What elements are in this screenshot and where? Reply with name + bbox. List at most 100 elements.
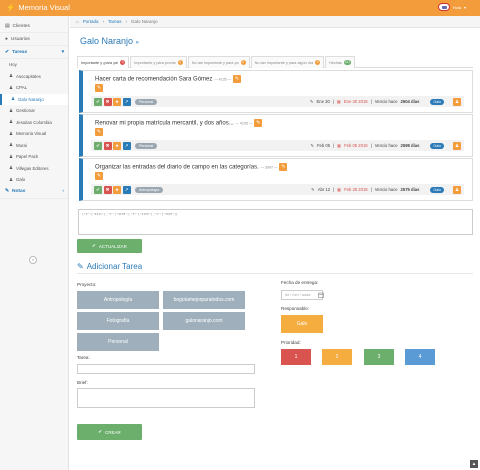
- task-footer: ✔ ✖ ★ ↗ Antropología ✎ Abr 12 | ▦ Feb 28…: [91, 184, 464, 195]
- calendar-icon[interactable]: [318, 292, 324, 298]
- edit-brief-button[interactable]: ✎: [95, 172, 103, 180]
- tab-importante-pronto[interactable]: Importante y para pronto 0: [130, 56, 187, 68]
- sidebar-sub-galo[interactable]: ♟ Galo: [0, 174, 68, 186]
- user-assign-button[interactable]: ♟: [453, 141, 461, 150]
- project-option-personal[interactable]: Personal: [77, 333, 159, 351]
- task-input[interactable]: [77, 364, 255, 374]
- pencil-icon: ✎: [310, 99, 314, 104]
- project-option-antropologia[interactable]: Antropología: [77, 291, 159, 309]
- tab-no-tan-algun-dia[interactable]: No tan importante y para algún día 0: [250, 56, 325, 68]
- project-option-fotografia[interactable]: Fotografía: [77, 312, 159, 330]
- edit-title-button[interactable]: ✎: [232, 75, 241, 83]
- expired-text: Vencio hace: [374, 99, 398, 104]
- tab-importante-ya[interactable]: Importante y ¡para ya! 3: [77, 56, 130, 68]
- delete-button[interactable]: ✖: [103, 141, 112, 150]
- expired-text: Vencio hace: [374, 143, 398, 148]
- done-button[interactable]: ✔: [94, 141, 102, 150]
- assignee-tag[interactable]: Galo: [430, 98, 444, 105]
- sidebar-sub-cpal[interactable]: ♟ CPAL: [0, 82, 68, 94]
- sidebar-sub-murai[interactable]: ♟ Murai: [0, 140, 68, 152]
- breadcrumb: ⌂ Portada › Tareas › Galo Naranjo: [70, 16, 480, 28]
- project-tag[interactable]: Personal: [135, 142, 158, 149]
- tab-badge: 0: [240, 60, 246, 65]
- share-button[interactable]: ↗: [122, 185, 131, 194]
- add-task-title: ✎ Adicionar Tarea: [77, 262, 143, 271]
- responsable-label: Responsable:: [281, 306, 310, 311]
- order-json-textarea[interactable]: {"2":["4211"],"3":["4195"],"3":["4165"],…: [78, 209, 473, 235]
- due-date-input[interactable]: dd / mm / aaaa: [281, 290, 323, 300]
- priority-option-2[interactable]: 2: [322, 349, 352, 365]
- due-date: Ene 30 2018: [343, 99, 368, 104]
- users-icon: ●: [5, 36, 8, 42]
- share-button[interactable]: ↗: [122, 97, 131, 106]
- scroll-up-button[interactable]: ▲: [470, 460, 478, 468]
- edit-title-button[interactable]: ✎: [254, 119, 263, 127]
- due-date: Feb 28 2018: [344, 187, 368, 192]
- sidebar-sub-gestionar[interactable]: ♟ Gestionar: [0, 105, 68, 117]
- sidebar-sub-jesuitas[interactable]: ♟ Jesuitas Colombia: [0, 117, 68, 129]
- calendar-icon: ▦: [337, 187, 342, 192]
- check-icon: ✔: [98, 429, 102, 434]
- user-icon: ♟: [9, 165, 13, 171]
- sidebar-item-usuarios[interactable]: ● Usuarios: [0, 33, 68, 46]
- sidebar-sub-galo-naranjo[interactable]: ♟ Galo Naranjo: [0, 93, 68, 105]
- breadcrumb-tareas[interactable]: Tareas: [108, 19, 122, 24]
- task-card: Organizar las entradas del diario de cam…: [79, 158, 473, 201]
- delete-button[interactable]: ✖: [103, 97, 112, 106]
- user-menu[interactable]: Hola ▾: [437, 3, 466, 11]
- project-tag[interactable]: Antropología: [135, 186, 164, 193]
- task-footer: ✔ ✖ ★ ↗ Personal ✎ Feb 05 | ▦ Feb 05 201…: [91, 140, 464, 151]
- sidebar-item-notas[interactable]: ✎ Notas ‹: [0, 186, 68, 199]
- edit-brief-button[interactable]: ✎: [95, 128, 103, 136]
- priority-option-3[interactable]: 3: [364, 349, 394, 365]
- edit-brief-button[interactable]: ✎: [95, 84, 103, 92]
- user-icon: ♟: [9, 73, 13, 79]
- tab-badge: 0: [315, 60, 321, 65]
- priority-button[interactable]: ★: [113, 97, 121, 106]
- update-button[interactable]: ✔ ACTUALIZAR: [77, 239, 142, 253]
- project-option-bogota[interactable]: bogotamejorparatodos.com: [163, 291, 245, 309]
- priority-option-1[interactable]: 1: [281, 349, 311, 365]
- done-button[interactable]: ✔: [94, 185, 102, 194]
- sidebar-sub-asocapitales[interactable]: ♟ Asocapitales: [0, 71, 68, 83]
- project-option-galonaranjo[interactable]: galonaranjo.com: [163, 312, 245, 330]
- brand[interactable]: ⚡ Memoria Visual: [6, 3, 70, 12]
- brief-textarea[interactable]: [77, 388, 255, 408]
- assignee-tag[interactable]: Galo: [430, 186, 444, 193]
- created-date: Feb 05: [316, 143, 331, 148]
- top-bar: ⚡ Memoria Visual Hola ▾: [0, 0, 480, 16]
- breadcrumb-current: Galo Naranjo: [131, 19, 158, 24]
- priority-button[interactable]: ★: [113, 185, 121, 194]
- create-button[interactable]: ✔ CREAR: [77, 424, 142, 440]
- tab-no-tan-ya[interactable]: No tan importante y para ya 0: [187, 56, 250, 68]
- responsable-option-galo[interactable]: Galo: [281, 315, 323, 333]
- sidebar-sub-memoria-visual[interactable]: ♟ Memoria Visual: [0, 128, 68, 140]
- user-icon: ♟: [11, 96, 15, 102]
- sidebar-sub-papel-pack[interactable]: ♟ Papel Pack: [0, 151, 68, 163]
- user-icon: ♟: [9, 107, 13, 113]
- delete-button[interactable]: ✖: [103, 185, 112, 194]
- project-tag[interactable]: Personal: [135, 98, 158, 105]
- share-button[interactable]: ↗: [122, 141, 131, 150]
- done-button[interactable]: ✔: [94, 97, 102, 106]
- home-icon: ⌂: [76, 19, 79, 24]
- sidebar-collapse-button[interactable]: «: [29, 256, 37, 264]
- task-footer: ✔ ✖ ★ ↗ Personal ✎ Ene 30 | ▦ Ene 30 201…: [91, 96, 464, 107]
- user-assign-button[interactable]: ♟: [453, 185, 461, 194]
- priority-option-4[interactable]: 4: [405, 349, 435, 365]
- sidebar-sub-hoy[interactable]: Hoy: [0, 59, 68, 71]
- assignee-tag[interactable]: Galo: [430, 142, 444, 149]
- user-icon: ♟: [9, 119, 13, 125]
- sidebar-item-tareas[interactable]: ✔ Tareas ▾: [0, 46, 68, 59]
- user-assign-button[interactable]: ♟: [453, 97, 461, 106]
- task-label: Tarea:: [77, 355, 90, 360]
- calendar-icon: ▦: [337, 143, 342, 148]
- tab-hechas[interactable]: Hechas 117: [325, 56, 356, 68]
- sidebar-item-clientes[interactable]: ▤ Clientes: [0, 20, 68, 33]
- expired-text: Vencio hace: [374, 187, 398, 192]
- breadcrumb-home[interactable]: Portada: [83, 19, 99, 24]
- sidebar-sub-villegas[interactable]: ♟ Villegas Editores: [0, 163, 68, 175]
- task-id: — 3997 —: [260, 165, 278, 170]
- priority-button[interactable]: ★: [113, 141, 121, 150]
- edit-title-button[interactable]: ✎: [279, 163, 288, 171]
